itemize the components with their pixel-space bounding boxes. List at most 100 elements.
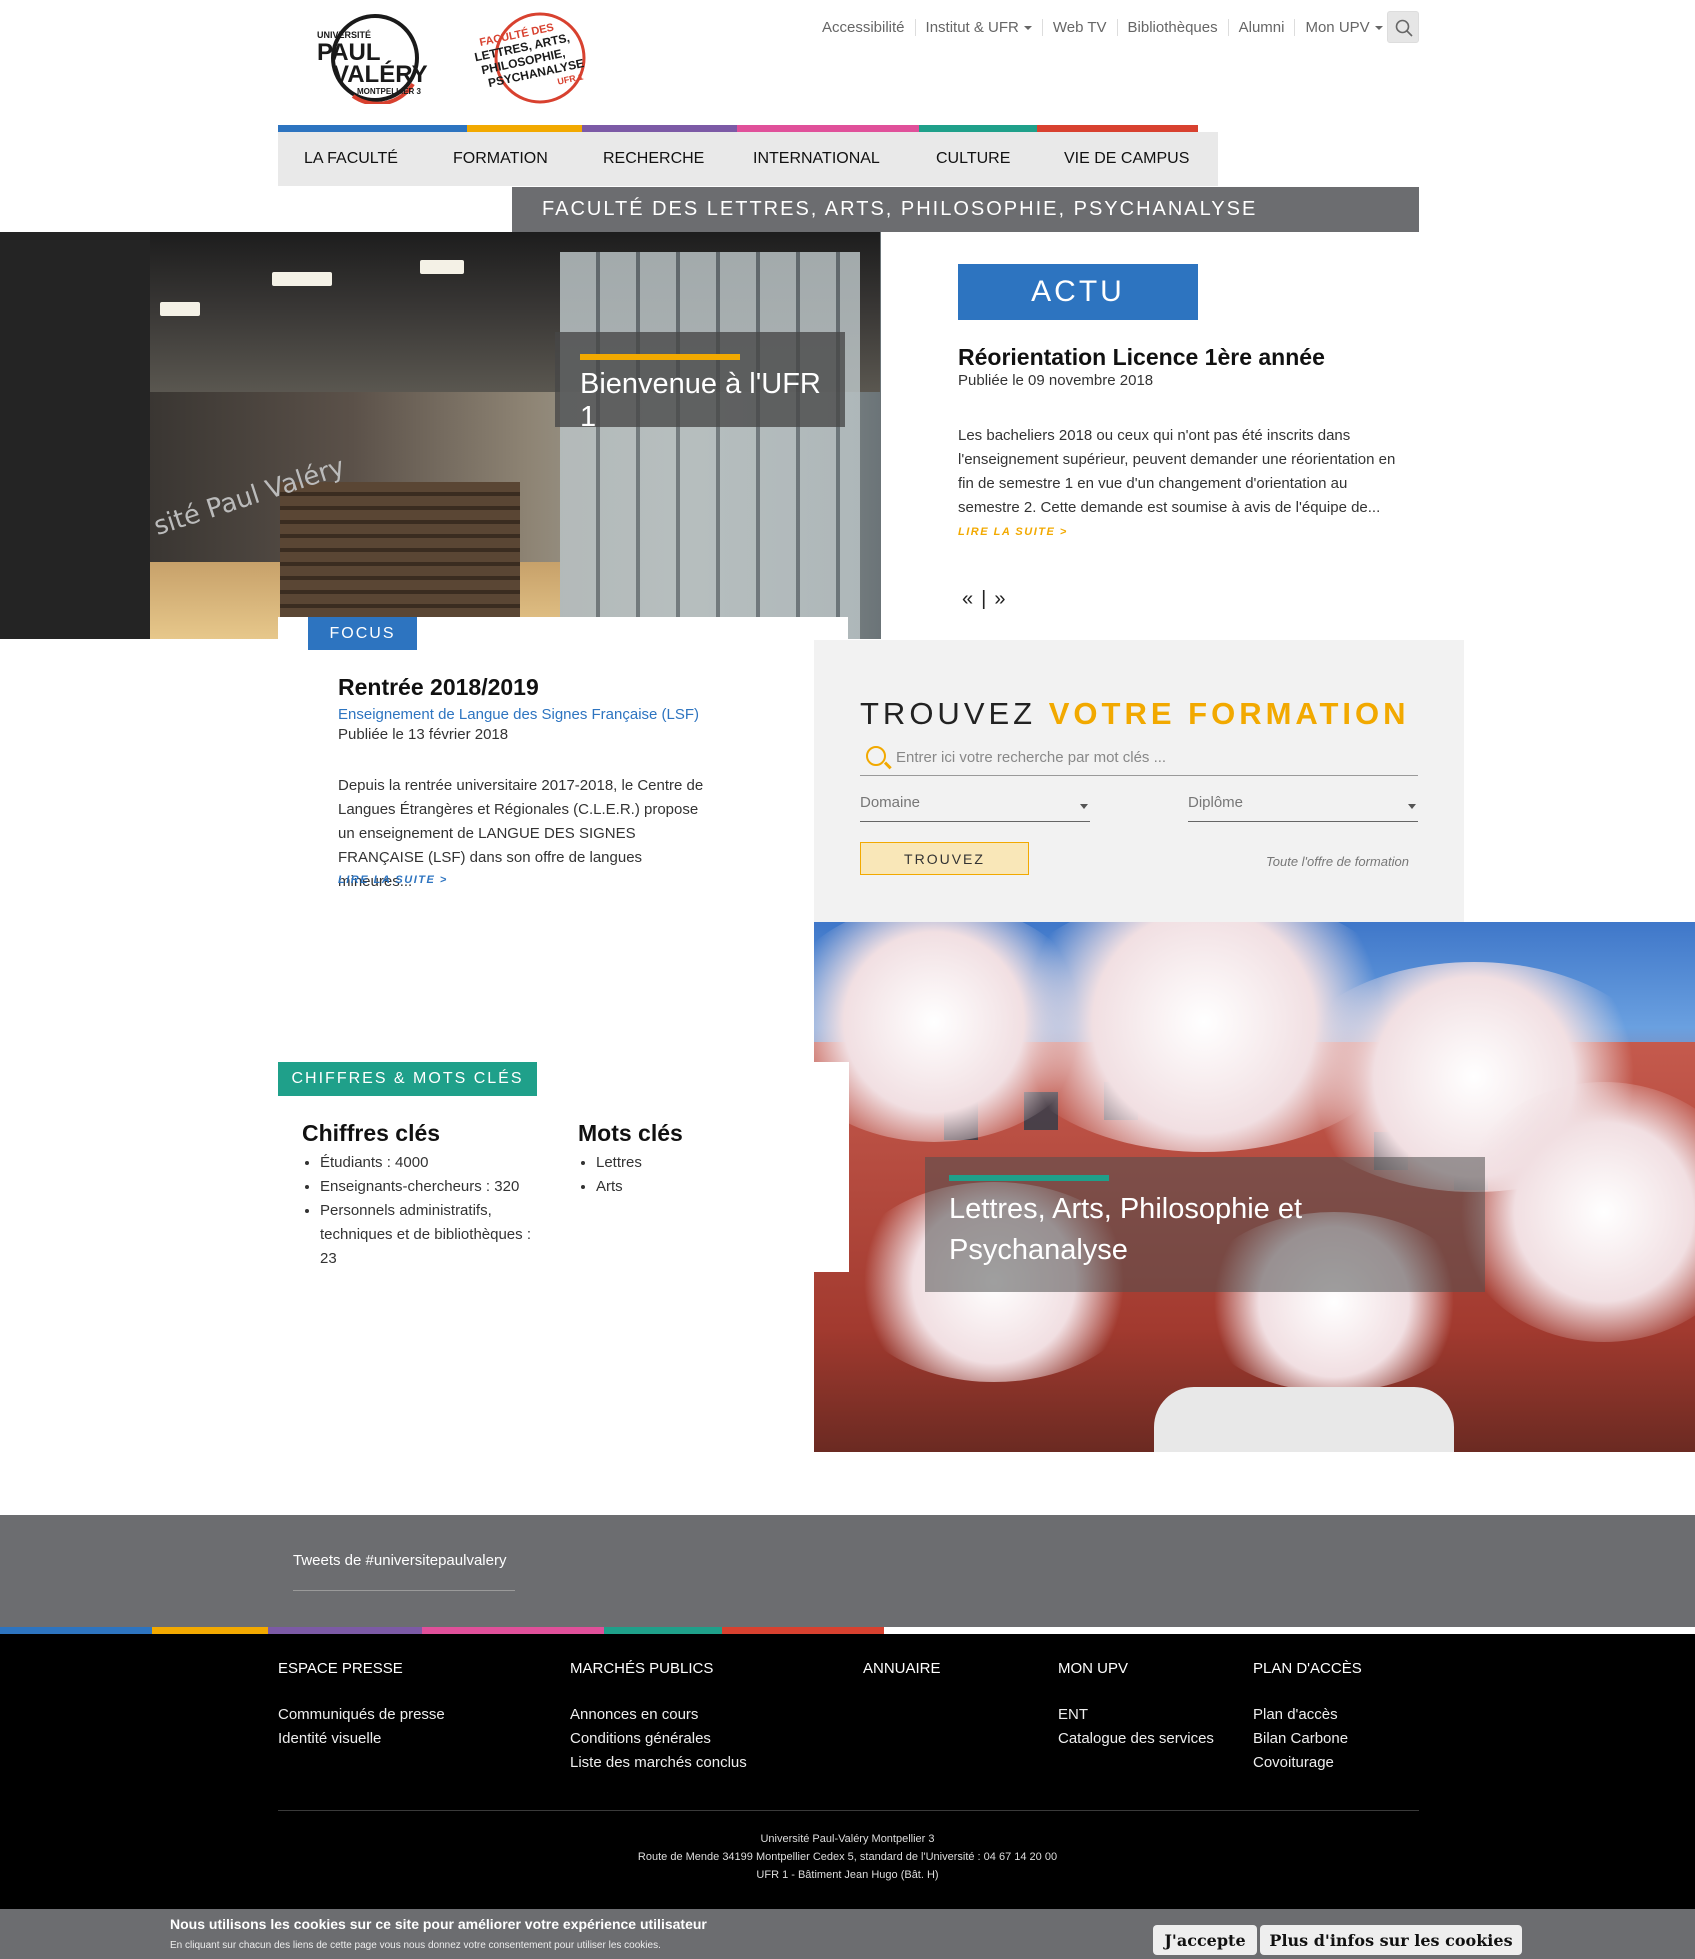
utility-link-alumni[interactable]: Alumni (1227, 18, 1295, 36)
cookie-subtitle: En cliquant sur chacun des liens de cett… (170, 1940, 661, 1951)
footer: ESPACE PRESSE Communiqués de presse Iden… (0, 1634, 1695, 1909)
utility-link-institut-ufr[interactable]: Institut & UFR (914, 18, 1042, 36)
footer-col-plan: PLAN D'ACCÈS Plan d'accès Bilan Carbone … (1253, 1660, 1362, 1775)
next-arrow-icon[interactable]: » (994, 588, 1005, 611)
actu-date: Publiée le 09 novembre 2018 (958, 372, 1154, 389)
cookie-accept-button[interactable]: J'accepte (1153, 1925, 1257, 1955)
nav-formation[interactable]: FORMATION (453, 150, 548, 168)
utility-link-mon-upv[interactable]: Mon UPV (1294, 18, 1392, 36)
formation-search-input[interactable] (894, 744, 1394, 770)
cookie-more-info-button[interactable]: Plus d'infos sur les cookies (1260, 1925, 1522, 1955)
all-formations-link[interactable]: Toute l'offre de formation (1266, 854, 1409, 869)
address-line: UFR 1 - Bâtiment Jean Hugo (Bât. H) (756, 1869, 939, 1881)
image-notch (814, 1062, 849, 1272)
divider (293, 1590, 515, 1591)
caret-down-icon (1080, 804, 1088, 809)
footer-link[interactable]: Liste des marchés conclus (570, 1751, 747, 1775)
footer-link[interactable]: Bilan Carbone (1253, 1727, 1362, 1751)
tweets-band: Tweets de #universitepaulvalery (0, 1515, 1695, 1627)
nav-international[interactable]: INTERNATIONAL (753, 150, 880, 168)
footer-col-annuaire: ANNUAIRE (863, 1660, 941, 1703)
actu-read-more-link[interactable]: LIRE LA SUITE > (958, 526, 1068, 538)
domain-select-label: Domaine (860, 794, 921, 811)
search-icon (1395, 19, 1413, 37)
faculty-logo[interactable]: FACULTÉ DES LETTRES, ARTS, PHILOSOPHIE, … (470, 12, 594, 104)
utility-link-web-tv[interactable]: Web TV (1041, 18, 1117, 36)
search-button[interactable] (1387, 11, 1419, 43)
utility-link-bibliotheques[interactable]: Bibliothèques (1116, 18, 1228, 36)
svg-text:VALÉRY: VALÉRY (333, 60, 428, 88)
utility-link-label: Mon UPV (1305, 18, 1370, 36)
university-logo[interactable]: UNIVERSITÉ PAUL VALÉRY MONTPELLIER 3 (313, 12, 443, 106)
footer-link[interactable]: ENT (1058, 1703, 1214, 1727)
formation-search-panel (814, 640, 1464, 923)
actu-pager: « | » (962, 588, 1005, 611)
utility-link-label: Institut & UFR (925, 18, 1019, 36)
focus-badge: FOCUS (308, 617, 417, 650)
caption-accent-bar (949, 1175, 1109, 1181)
figures-list: Étudiants : 4000 Enseignants-chercheurs … (302, 1151, 542, 1271)
diploma-select-label: Diplôme (1188, 794, 1244, 811)
focus-read-more-link[interactable]: LIRE LA SUITE > (338, 874, 448, 886)
tweets-link[interactable]: Tweets de #universitepaulvalery (293, 1552, 506, 1569)
divider (278, 1810, 1419, 1811)
list-item: Personnels administratifs, techniques et… (320, 1199, 542, 1271)
hero-caption-text: Bienvenue à l'UFR 1 (580, 368, 821, 433)
footer-link[interactable]: Conditions générales (570, 1727, 747, 1751)
footer-heading[interactable]: MON UPV (1058, 1660, 1214, 1677)
footer-link[interactable]: Plan d'accès (1253, 1703, 1362, 1727)
address-line: Route de Mende 34199 Montpellier Cedex 5… (637, 1851, 1058, 1863)
address-line: Université Paul-Valéry Montpellier 3 (760, 1833, 935, 1845)
blossom-caption: Lettres, Arts, Philosophie et Psychanaly… (925, 1157, 1485, 1292)
list-item[interactable]: Arts (596, 1175, 778, 1199)
svg-text:MONTPELLIER 3: MONTPELLIER 3 (357, 87, 422, 96)
formation-search-field (860, 740, 1418, 776)
prev-arrow-icon[interactable]: « (962, 588, 973, 611)
blossom-caption-text: Lettres, Arts, Philosophie et Psychanaly… (949, 1193, 1303, 1266)
keywords-list: Lettres Arts (578, 1151, 778, 1199)
footer-link[interactable]: Identité visuelle (278, 1727, 445, 1751)
list-item: Étudiants : 4000 (320, 1151, 542, 1175)
keywords-heading: Mots clés (578, 1120, 683, 1146)
pager-separator: | (981, 588, 987, 610)
footer-heading[interactable]: ESPACE PRESSE (278, 1660, 445, 1677)
list-item[interactable]: Lettres (596, 1151, 778, 1175)
footer-col-mon-upv: MON UPV ENT Catalogue des services (1058, 1660, 1214, 1751)
footer-col-presse: ESPACE PRESSE Communiqués de presse Iden… (278, 1660, 445, 1751)
caption-accent-bar (580, 354, 740, 360)
footer-link[interactable]: Communiqués de presse (278, 1703, 445, 1727)
actu-title[interactable]: Réorientation Licence 1ère année (958, 344, 1325, 371)
nav-vie-de-campus[interactable]: VIE DE CAMPUS (1064, 150, 1189, 168)
formation-title-accent: VOTRE FORMATION (1048, 696, 1410, 731)
focus-title[interactable]: Rentrée 2018/2019 (338, 674, 539, 701)
caret-down-icon (1374, 25, 1383, 30)
footer-link[interactable]: Catalogue des services (1058, 1727, 1214, 1751)
color-stripe (278, 125, 1198, 132)
cookie-title: Nous utilisons les cookies sur ce site p… (170, 1916, 707, 1932)
footer-col-marches: MARCHÉS PUBLICS Annonces en cours Condit… (570, 1660, 747, 1775)
utility-link-accessibilite[interactable]: Accessibilité (812, 19, 915, 36)
footer-heading[interactable]: PLAN D'ACCÈS (1253, 1660, 1362, 1677)
utility-nav: Accessibilité Institut & UFR Web TV Bibl… (812, 14, 1393, 40)
footer-link[interactable]: Annonces en cours (570, 1703, 747, 1727)
footer-heading[interactable]: MARCHÉS PUBLICS (570, 1660, 747, 1677)
footer-heading[interactable]: ANNUAIRE (863, 1660, 941, 1677)
formation-title-plain: TROUVEZ (860, 696, 1037, 731)
footer-link[interactable]: Covoiturage (1253, 1751, 1362, 1775)
focus-subtitle: Enseignement de Langue des Signes França… (338, 706, 700, 723)
figures-heading: Chiffres clés (302, 1120, 441, 1146)
focus-date: Publiée le 13 février 2018 (338, 726, 509, 743)
domain-select[interactable]: Domaine (860, 790, 1090, 822)
diploma-select[interactable]: Diplôme (1188, 790, 1418, 822)
nav-la-faculte[interactable]: LA FACULTÉ (304, 150, 398, 168)
nav-culture[interactable]: CULTURE (936, 150, 1010, 168)
nav-recherche[interactable]: RECHERCHE (603, 150, 704, 168)
actu-badge: ACTU (958, 264, 1198, 320)
chiffres-badge: CHIFFRES & MOTS CLÉS (278, 1062, 537, 1096)
caret-down-icon (1023, 25, 1032, 30)
formation-title: TROUVEZ VOTRE FORMATION (860, 696, 1410, 732)
faculty-banner: FACULTÉ DES LETTRES, ARTS, PHILOSOPHIE, … (512, 187, 1419, 232)
main-nav: LA FACULTÉ FORMATION RECHERCHE INTERNATI… (278, 132, 1218, 186)
find-formation-button[interactable]: TROUVEZ (860, 842, 1029, 875)
actu-body: Les bacheliers 2018 ou ceux qui n'ont pa… (958, 427, 1396, 516)
